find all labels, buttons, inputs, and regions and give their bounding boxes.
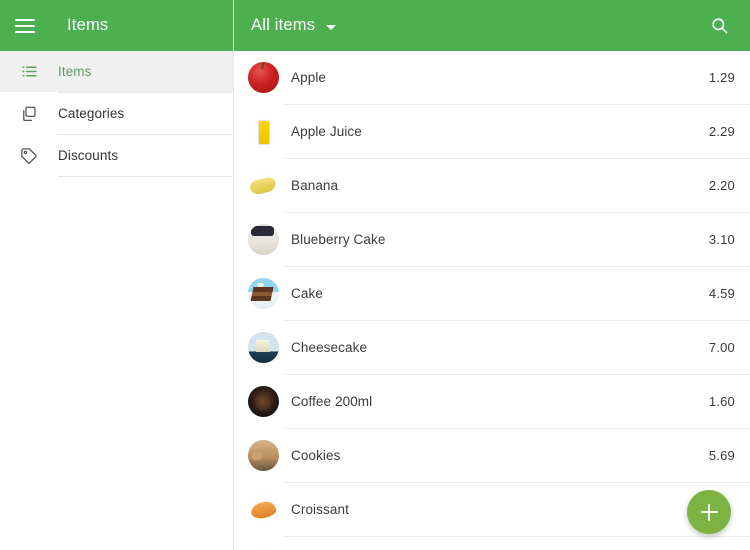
item-name: Blueberry Cake — [291, 232, 386, 247]
list-item[interactable] — [234, 537, 750, 550]
item-price: 2.20 — [708, 178, 735, 193]
add-item-fab[interactable] — [687, 490, 731, 534]
apple-thumbnail — [234, 62, 284, 93]
item-price: 2.29 — [708, 124, 735, 139]
item-name: Banana — [291, 178, 339, 193]
chevron-down-icon — [326, 24, 337, 30]
item-name: Cookies — [291, 448, 341, 463]
item-name: Cake — [291, 286, 323, 301]
items-list[interactable]: Apple 1.29 Apple Juice 2.29 Banana 2.20 … — [234, 51, 750, 550]
hamburger-icon[interactable] — [15, 15, 37, 37]
sidebar-item-label: Discounts — [58, 148, 119, 163]
sidebar-item-label: Categories — [58, 106, 125, 121]
cheesecake-thumbnail — [234, 332, 284, 363]
coffee-thumbnail — [234, 386, 284, 417]
drawer-title: Items — [67, 16, 109, 34]
list-item[interactable]: Cookies 5.69 — [234, 429, 750, 482]
list-item[interactable]: Croissant — [234, 483, 750, 536]
filter-label: All items — [251, 16, 316, 34]
drawer-nav-list: Items Categories Discounts — [0, 51, 233, 177]
list-item[interactable]: Blueberry Cake 3.10 — [234, 213, 750, 266]
item-price: 4.59 — [708, 286, 735, 301]
juice-thumbnail — [234, 116, 284, 147]
item-name: Croissant — [291, 502, 349, 517]
list-item[interactable]: Cheesecake 7.00 — [234, 321, 750, 374]
croissant-thumbnail — [234, 494, 284, 525]
list-item[interactable]: Apple 1.29 — [234, 51, 750, 104]
cake-thumbnail — [234, 278, 284, 309]
item-name: Apple Juice — [291, 124, 362, 139]
sidebar-item-label: Items — [58, 64, 92, 79]
app-toolbar: All items — [234, 0, 750, 51]
drawer-header: Items — [0, 0, 233, 51]
banana-thumbnail — [234, 170, 284, 201]
list-item[interactable]: Coffee 200ml 1.60 — [234, 375, 750, 428]
blueberrycake-thumbnail — [234, 224, 284, 255]
item-price: 5.69 — [708, 448, 735, 463]
cookies-thumbnail — [234, 440, 284, 471]
sidebar-item-items[interactable]: Items — [0, 51, 233, 92]
sidebar-item-categories[interactable]: Categories — [0, 93, 233, 134]
list-item[interactable]: Cake 4.59 — [234, 267, 750, 320]
sidebar-item-discounts[interactable]: Discounts — [0, 135, 233, 176]
item-name: Coffee 200ml — [291, 394, 373, 409]
navigation-drawer: Items Items Categories Discounts — [0, 0, 234, 550]
filter-dropdown[interactable]: All items — [251, 16, 337, 35]
list-item[interactable]: Apple Juice 2.29 — [234, 105, 750, 158]
item-price: 1.29 — [708, 70, 735, 85]
tag-icon — [0, 147, 58, 165]
content-pane: All items Apple 1.29 Apple Juice 2.29 Ba… — [234, 0, 750, 550]
app-root: Items Items Categories Discounts All ite… — [0, 0, 750, 550]
item-price: 1.60 — [708, 394, 735, 409]
item-price: 3.10 — [708, 232, 735, 247]
item-price: 7.00 — [708, 340, 735, 355]
item-name: Cheesecake — [291, 340, 368, 355]
search-icon[interactable] — [706, 13, 732, 39]
nav-divider — [58, 176, 233, 177]
copy-layers-icon — [0, 105, 58, 123]
item-name: Apple — [291, 70, 327, 85]
list-item[interactable]: Banana 2.20 — [234, 159, 750, 212]
list-icon — [0, 63, 58, 80]
